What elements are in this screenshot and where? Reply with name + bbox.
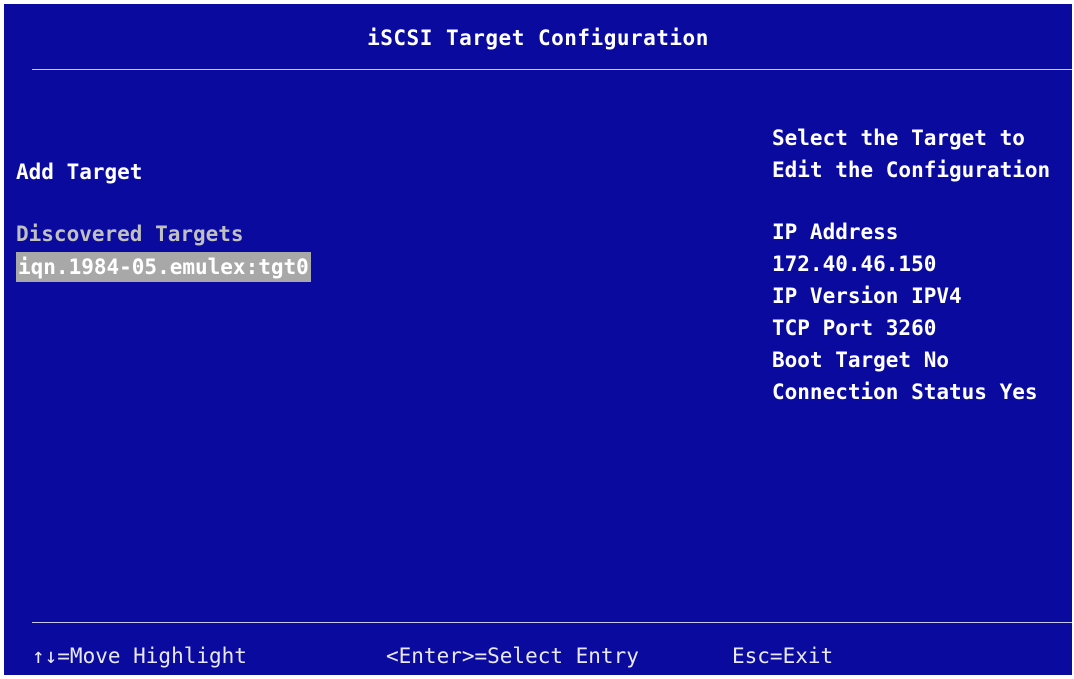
footer-select-entry-hint: <Enter>=Select Entry [386, 644, 639, 668]
help-spacer [772, 186, 1072, 216]
detail-ip-version: IP Version IPV4 [772, 284, 962, 308]
top-divider [32, 69, 1072, 70]
target-entry-tgt0[interactable]: iqn.1984-05.emulex:tgt0 [16, 252, 311, 282]
detail-boot-target: Boot Target No [772, 348, 950, 372]
discovered-targets-label: Discovered Targets [16, 222, 244, 246]
detail-ip-address-label: IP Address [772, 220, 899, 244]
footer-exit-hint: Esc=Exit [732, 644, 834, 668]
help-panel: Select the Target to Edit the Configurat… [772, 122, 1072, 408]
help-text-line2: Edit the Configuration [772, 158, 1051, 182]
bottom-divider [32, 622, 1072, 623]
add-target-item[interactable]: Add Target [16, 156, 142, 188]
page-title: iSCSI Target Configuration [367, 26, 709, 50]
detail-connection-status: Connection Status Yes [772, 380, 1038, 404]
bios-screen: iSCSI Target Configuration Add Target Di… [4, 4, 1072, 675]
footer-move-highlight-hint: ↑↓=Move Highlight [32, 644, 247, 668]
detail-tcp-port: TCP Port 3260 [772, 316, 937, 340]
detail-ip-address-value: 172.40.46.150 [772, 252, 937, 276]
help-text-line1: Select the Target to [772, 126, 1025, 150]
